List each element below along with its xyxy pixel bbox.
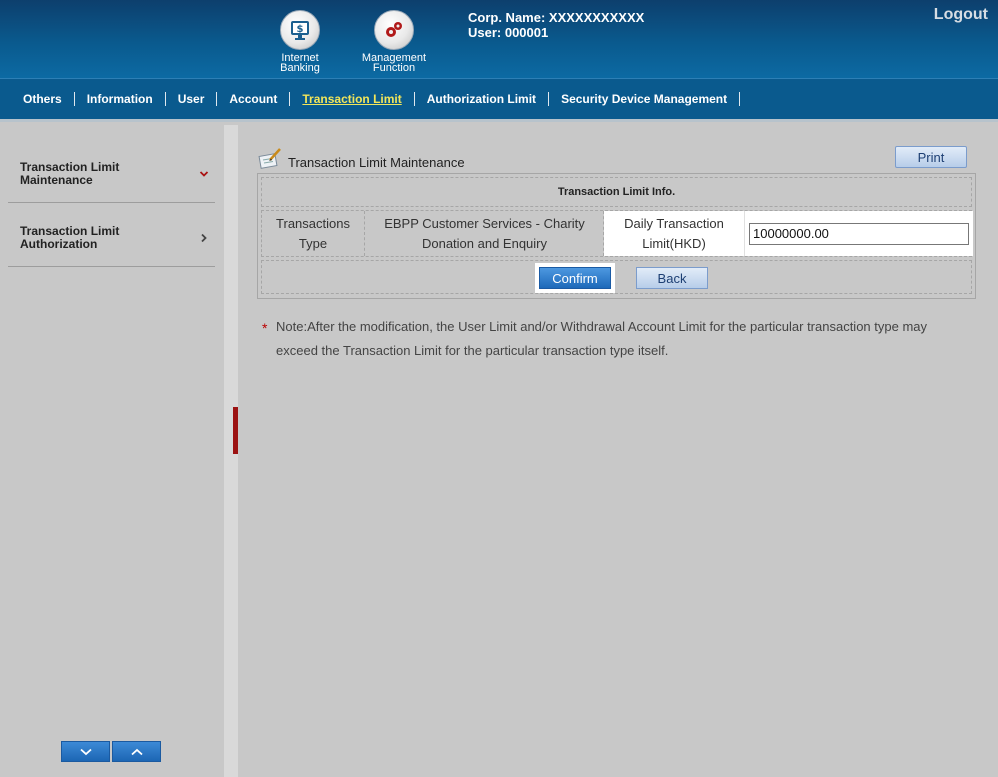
nav-security-device-management[interactable]: Security Device Management	[549, 92, 739, 106]
corp-name: Corp. Name: XXXXXXXXXXX	[468, 10, 645, 25]
transactions-type-value-line2: Donation and Enquiry	[421, 235, 547, 251]
confirm-button[interactable]: Confirm	[539, 267, 611, 289]
scroll-up-button[interactable]	[112, 741, 161, 762]
transactions-type-label-line1: Transactions	[276, 215, 350, 231]
daily-limit-label: Daily Transaction Limit(HKD)	[604, 211, 744, 256]
sidebar-item-transaction-limit-authorization[interactable]: Transaction Limit Authorization	[8, 203, 215, 267]
back-button[interactable]: Back	[636, 267, 708, 289]
nav-transaction-limit[interactable]: Transaction Limit	[290, 92, 413, 106]
transactions-type-value: EBPP Customer Services - Charity Donatio…	[366, 211, 604, 256]
sidebar-item-label-line2: Maintenance	[20, 173, 93, 187]
confirm-button-focus-ring: Confirm	[535, 263, 615, 293]
management-function-module[interactable]: Management Function	[354, 10, 434, 74]
main-content: Transaction Limit Maintenance Print Tran…	[238, 125, 998, 777]
note-text: Note:After the modification, the User Li…	[276, 319, 928, 358]
daily-limit-input[interactable]	[749, 222, 969, 245]
sidebar-scroll-buttons	[61, 741, 161, 762]
scroll-down-button[interactable]	[61, 741, 110, 762]
nav-user[interactable]: User	[166, 92, 217, 106]
daily-limit-cell	[744, 211, 973, 256]
transactions-type-label-line2: Type	[298, 235, 328, 251]
sidebar-item-label-line2: Authorization	[20, 237, 98, 251]
sidebar-item-label: Transaction Limit Authorization	[20, 225, 119, 251]
chevron-down-icon	[79, 748, 92, 755]
chevron-right-icon	[201, 233, 207, 243]
nav-separator	[739, 92, 741, 106]
corp-info: Corp. Name: XXXXXXXXXXX User: 000001	[468, 10, 644, 40]
nav-information[interactable]: Information	[75, 92, 165, 106]
nav-account[interactable]: Account	[217, 92, 289, 106]
user-id: User: 000001	[468, 25, 549, 40]
table-row: Transactions Type EBPP Customer Services…	[261, 210, 973, 257]
main-nav: Others Information User Account Transact…	[0, 78, 998, 122]
svg-text:$: $	[297, 24, 304, 35]
nav-authorization-limit[interactable]: Authorization Limit	[415, 92, 548, 106]
page-header: Transaction Limit Maintenance	[258, 145, 465, 170]
note-asterisk: *	[262, 320, 268, 336]
sidebar-item-label: Transaction Limit Maintenance	[20, 161, 119, 187]
transactions-type-value-line1: EBPP Customer Services - Charity	[384, 215, 585, 231]
logout-link[interactable]: Logout	[934, 6, 988, 24]
chevron-down-icon	[199, 171, 209, 177]
print-button[interactable]: Print	[895, 146, 967, 168]
management-function-label-2: Function	[372, 62, 416, 74]
daily-limit-label-line2: Limit(HKD)	[642, 235, 706, 251]
internet-banking-label-2: Banking	[280, 62, 320, 74]
button-row: Confirm Back	[261, 260, 972, 294]
internet-banking-module[interactable]: $ Internet Banking	[260, 10, 340, 74]
sidebar-item-transaction-limit-maintenance[interactable]: Transaction Limit Maintenance	[8, 139, 215, 203]
edit-document-icon	[258, 147, 281, 169]
panel-header: Transaction Limit Info.	[261, 177, 972, 207]
gears-icon	[374, 10, 414, 50]
daily-limit-label-line1: Daily Transaction	[624, 215, 724, 231]
header: $ Internet Banking Management Function C…	[0, 0, 998, 78]
transactions-type-label: Transactions Type	[262, 211, 365, 256]
sidebar: Transaction Limit Maintenance Transactio…	[0, 125, 224, 777]
nav-others[interactable]: Others	[11, 92, 74, 106]
chevron-up-icon	[130, 748, 143, 755]
note-text-block: * Note:After the modification, the User …	[262, 315, 966, 363]
internet-banking-icon: $	[280, 10, 320, 50]
transaction-limit-panel: Transaction Limit Info. Transactions Typ…	[257, 173, 976, 299]
page-title: Transaction Limit Maintenance	[288, 155, 465, 170]
